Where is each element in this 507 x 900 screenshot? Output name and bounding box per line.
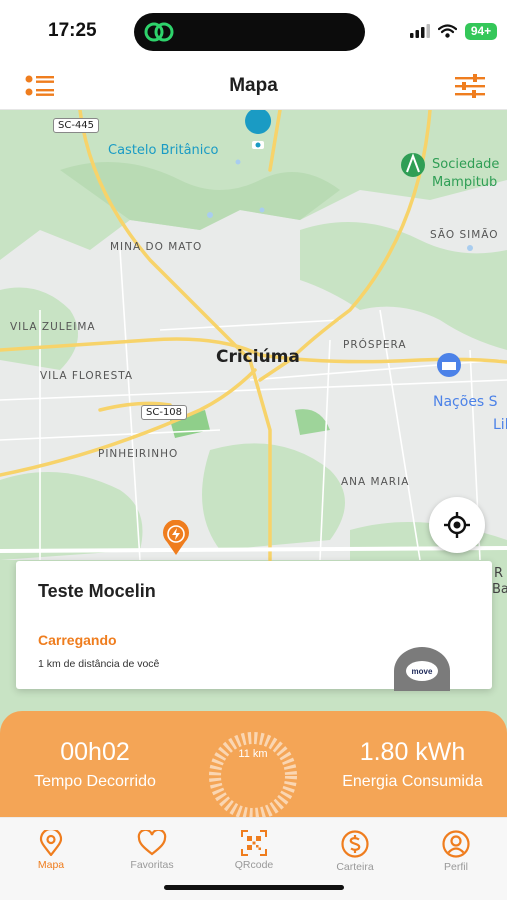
- status-icons: 94+: [410, 22, 497, 40]
- map-pin-icon: [39, 830, 63, 856]
- tab-carteira[interactable]: Carteira: [315, 830, 395, 873]
- charging-panel: 00h02 Tempo Decorrido 11 km 1.80 kWh Ene…: [0, 711, 507, 820]
- tab-label-favoritas: Favoritas: [130, 859, 174, 871]
- wallet-icon: [341, 830, 369, 858]
- map-label-vila-floresta: VILA FLORESTA: [40, 370, 134, 382]
- road-shield-sc108: SC-108: [141, 405, 188, 420]
- tab-perfil[interactable]: Perfil: [416, 830, 496, 873]
- map-label-castelo[interactable]: Castelo Britânico: [108, 143, 219, 158]
- charger-pin-icon[interactable]: [162, 519, 190, 556]
- app-header: Mapa: [0, 62, 507, 110]
- map-label-sociedade[interactable]: Sociedade: [432, 157, 499, 172]
- map-label-mina-do-mato: MINA DO MATO: [110, 241, 203, 253]
- distance-value: 11 km: [238, 748, 268, 760]
- government-poi-icon: [437, 353, 461, 377]
- map-label-nacoes[interactable]: Nações S: [433, 394, 498, 410]
- tab-mapa[interactable]: Mapa: [11, 830, 91, 871]
- move-logo: move: [394, 647, 450, 691]
- map-label-edge-ba: Ba: [492, 582, 507, 597]
- svg-text:move: move: [412, 667, 433, 676]
- link-icon: [144, 22, 174, 42]
- tab-label-carteira: Carteira: [336, 861, 374, 873]
- elapsed-time-value: 00h02: [60, 738, 130, 766]
- qrcode-icon: [241, 830, 267, 856]
- dynamic-island: [134, 13, 365, 51]
- station-name: Teste Mocelin: [38, 581, 156, 601]
- locate-me-button[interactable]: [429, 497, 485, 553]
- road-shield-sc445: SC-445: [53, 118, 100, 133]
- station-status: Carregando: [38, 632, 117, 648]
- wifi-icon: [438, 24, 457, 38]
- heart-icon: [137, 830, 167, 856]
- elapsed-time-label: Tempo Decorrido: [34, 773, 156, 790]
- shopping-poi-icon: [401, 153, 425, 177]
- map-label-edge-r: R: [494, 566, 504, 581]
- status-time: 17:25: [48, 20, 97, 41]
- tab-label-mapa: Mapa: [37, 859, 65, 871]
- energy-value: 1.80 kWh: [359, 738, 466, 766]
- map-label-criciuma: Criciúma: [216, 347, 300, 367]
- map-label-sao-simao: SÃO SIMÃO: [430, 229, 499, 241]
- profile-icon: [442, 830, 470, 858]
- charge-progress-ring: [209, 732, 297, 820]
- map-label-pinheirinho: PINHEIRINHO: [98, 448, 179, 460]
- status-bar: 17:25 94+: [0, 0, 507, 62]
- tab-favoritas[interactable]: Favoritas: [112, 830, 192, 871]
- sliders-icon[interactable]: [455, 74, 485, 98]
- signal-icon: [410, 24, 430, 38]
- energy-label: Energia Consumida: [342, 773, 483, 790]
- tab-qrcode[interactable]: QRcode: [214, 830, 294, 871]
- map-label-mampitub[interactable]: Mampitub: [432, 175, 497, 190]
- map-label-vila-zuleima: VILA ZULEIMA: [10, 321, 96, 333]
- station-distance: 1 km de distância de você: [38, 658, 160, 670]
- home-indicator: [164, 885, 344, 890]
- crosshair-icon: [444, 512, 470, 538]
- map-label-edge-lib: Lib: [493, 417, 507, 433]
- battery-indicator: 94+: [465, 22, 497, 40]
- map-label-prospera: PRÓSPERA: [343, 339, 407, 351]
- tab-label-qrcode: QRcode: [234, 859, 274, 871]
- page-title: Mapa: [229, 75, 278, 96]
- tab-label-perfil: Perfil: [444, 861, 468, 873]
- map-label-ana-maria: ANA MARIA: [341, 476, 410, 488]
